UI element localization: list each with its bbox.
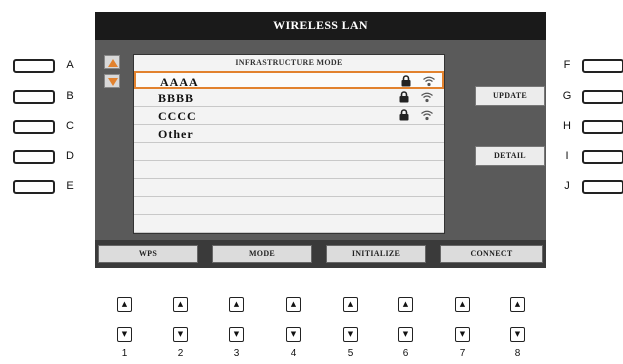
arrow-up-icon: ▲ — [290, 300, 297, 308]
scroll-down-button[interactable] — [104, 74, 120, 88]
empty-row — [134, 179, 444, 197]
knob-number-label: 2 — [177, 348, 184, 359]
panel-button-label: I — [565, 150, 569, 162]
knob-4-up-button[interactable]: ▲ — [286, 297, 301, 312]
knob-7-up-button[interactable]: ▲ — [455, 297, 470, 312]
panel-button-label: C — [66, 120, 74, 132]
detail-button[interactable]: DETAIL — [475, 146, 545, 166]
arrow-down-icon: ▼ — [121, 330, 128, 338]
panel-button-d[interactable] — [13, 150, 55, 164]
knob-8-up-button[interactable]: ▲ — [510, 297, 525, 312]
lock-icon — [399, 91, 409, 103]
panel-button-label: F — [563, 59, 571, 71]
knob-3-down-button[interactable]: ▼ — [229, 327, 244, 342]
softkey-initialize[interactable]: INITIALIZE — [326, 245, 426, 263]
arrow-up-icon: ▲ — [177, 300, 184, 308]
knob-6-down-button[interactable]: ▼ — [398, 327, 413, 342]
softkey-mode[interactable]: MODE — [212, 245, 312, 263]
knob-number-label: 4 — [290, 348, 297, 359]
arrow-up-icon: ▲ — [347, 300, 354, 308]
wifi-icon — [423, 76, 435, 87]
arrow-down-icon — [108, 78, 118, 86]
panel-button-e[interactable] — [13, 180, 55, 194]
arrow-up-icon: ▲ — [233, 300, 240, 308]
knob-3-up-button[interactable]: ▲ — [229, 297, 244, 312]
network-row[interactable]: Other — [134, 125, 444, 143]
arrow-down-icon: ▼ — [233, 330, 240, 338]
knob-number-label: 5 — [347, 348, 354, 359]
knob-number-label: 7 — [459, 348, 466, 359]
panel-button-label: J — [564, 180, 570, 192]
scroll-up-button[interactable] — [104, 55, 120, 69]
knob-number-label: 6 — [402, 348, 409, 359]
arrow-down-icon: ▼ — [347, 330, 354, 338]
empty-row — [134, 161, 444, 179]
knob-1-down-button[interactable]: ▼ — [117, 327, 132, 342]
softkey-connect[interactable]: CONNECT — [440, 245, 543, 263]
network-name: BBBB — [158, 91, 195, 105]
empty-row — [134, 215, 444, 233]
panel-button-label: E — [66, 180, 74, 192]
screen-title: WIRELESS LAN — [273, 18, 368, 32]
arrow-down-icon: ▼ — [514, 330, 521, 338]
arrow-up-icon: ▲ — [514, 300, 521, 308]
knob-number-label: 1 — [121, 348, 128, 359]
empty-row — [134, 197, 444, 215]
panel-button-a[interactable] — [13, 59, 55, 73]
panel-button-h[interactable] — [582, 120, 623, 134]
network-row[interactable]: BBBB — [134, 89, 444, 107]
screen-body: INFRASTRUCTURE MODE AAAA BBBB CCCC Other UP… — [95, 40, 546, 240]
empty-row — [134, 143, 444, 161]
knob-4-down-button[interactable]: ▼ — [286, 327, 301, 342]
knob-1-up-button[interactable]: ▲ — [117, 297, 132, 312]
arrow-up-icon: ▲ — [121, 300, 128, 308]
network-name: CCCC — [158, 109, 197, 123]
knob-7-down-button[interactable]: ▼ — [455, 327, 470, 342]
lock-icon — [401, 75, 411, 87]
arrow-down-icon: ▼ — [177, 330, 184, 338]
arrow-down-icon: ▼ — [402, 330, 409, 338]
update-button[interactable]: UPDATE — [475, 86, 545, 106]
knob-5-down-button[interactable]: ▼ — [343, 327, 358, 342]
arrow-up-icon: ▲ — [459, 300, 466, 308]
display-screen: WIRELESS LAN INFRASTRUCTURE MODE AAAA BBB… — [95, 12, 546, 268]
arrow-up-icon: ▲ — [402, 300, 409, 308]
list-header: INFRASTRUCTURE MODE — [235, 58, 343, 67]
panel-button-g[interactable] — [582, 90, 623, 104]
panel-button-i[interactable] — [582, 150, 623, 164]
panel-button-label: D — [66, 150, 74, 162]
knob-5-up-button[interactable]: ▲ — [343, 297, 358, 312]
arrow-down-icon: ▼ — [459, 330, 466, 338]
network-row[interactable]: CCCC — [134, 107, 444, 125]
knob-2-down-button[interactable]: ▼ — [173, 327, 188, 342]
knob-number-label: 8 — [514, 348, 521, 359]
panel-button-b[interactable] — [13, 90, 55, 104]
wifi-icon — [421, 92, 433, 103]
knob-6-up-button[interactable]: ▲ — [398, 297, 413, 312]
softkey-bar: WPS MODE INITIALIZE CONNECT — [95, 240, 546, 268]
knob-8-down-button[interactable]: ▼ — [510, 327, 525, 342]
network-name: AAAA — [160, 75, 199, 89]
panel-button-c[interactable] — [13, 120, 55, 134]
panel-button-label: B — [66, 90, 74, 102]
panel-button-j[interactable] — [582, 180, 623, 194]
lock-icon — [399, 109, 409, 121]
panel-button-label: H — [563, 120, 571, 132]
wifi-icon — [421, 110, 433, 121]
knob-number-label: 3 — [233, 348, 240, 359]
panel-button-f[interactable] — [582, 59, 623, 73]
network-row[interactable]: AAAA — [134, 71, 444, 89]
arrow-down-icon: ▼ — [290, 330, 297, 338]
network-name: Other — [158, 127, 194, 141]
knob-2-up-button[interactable]: ▲ — [173, 297, 188, 312]
network-list: INFRASTRUCTURE MODE AAAA BBBB CCCC Other — [133, 54, 445, 234]
panel-button-label: A — [66, 59, 74, 71]
arrow-up-icon — [108, 59, 118, 67]
panel-button-label: G — [562, 90, 572, 102]
softkey-wps[interactable]: WPS — [98, 245, 198, 263]
